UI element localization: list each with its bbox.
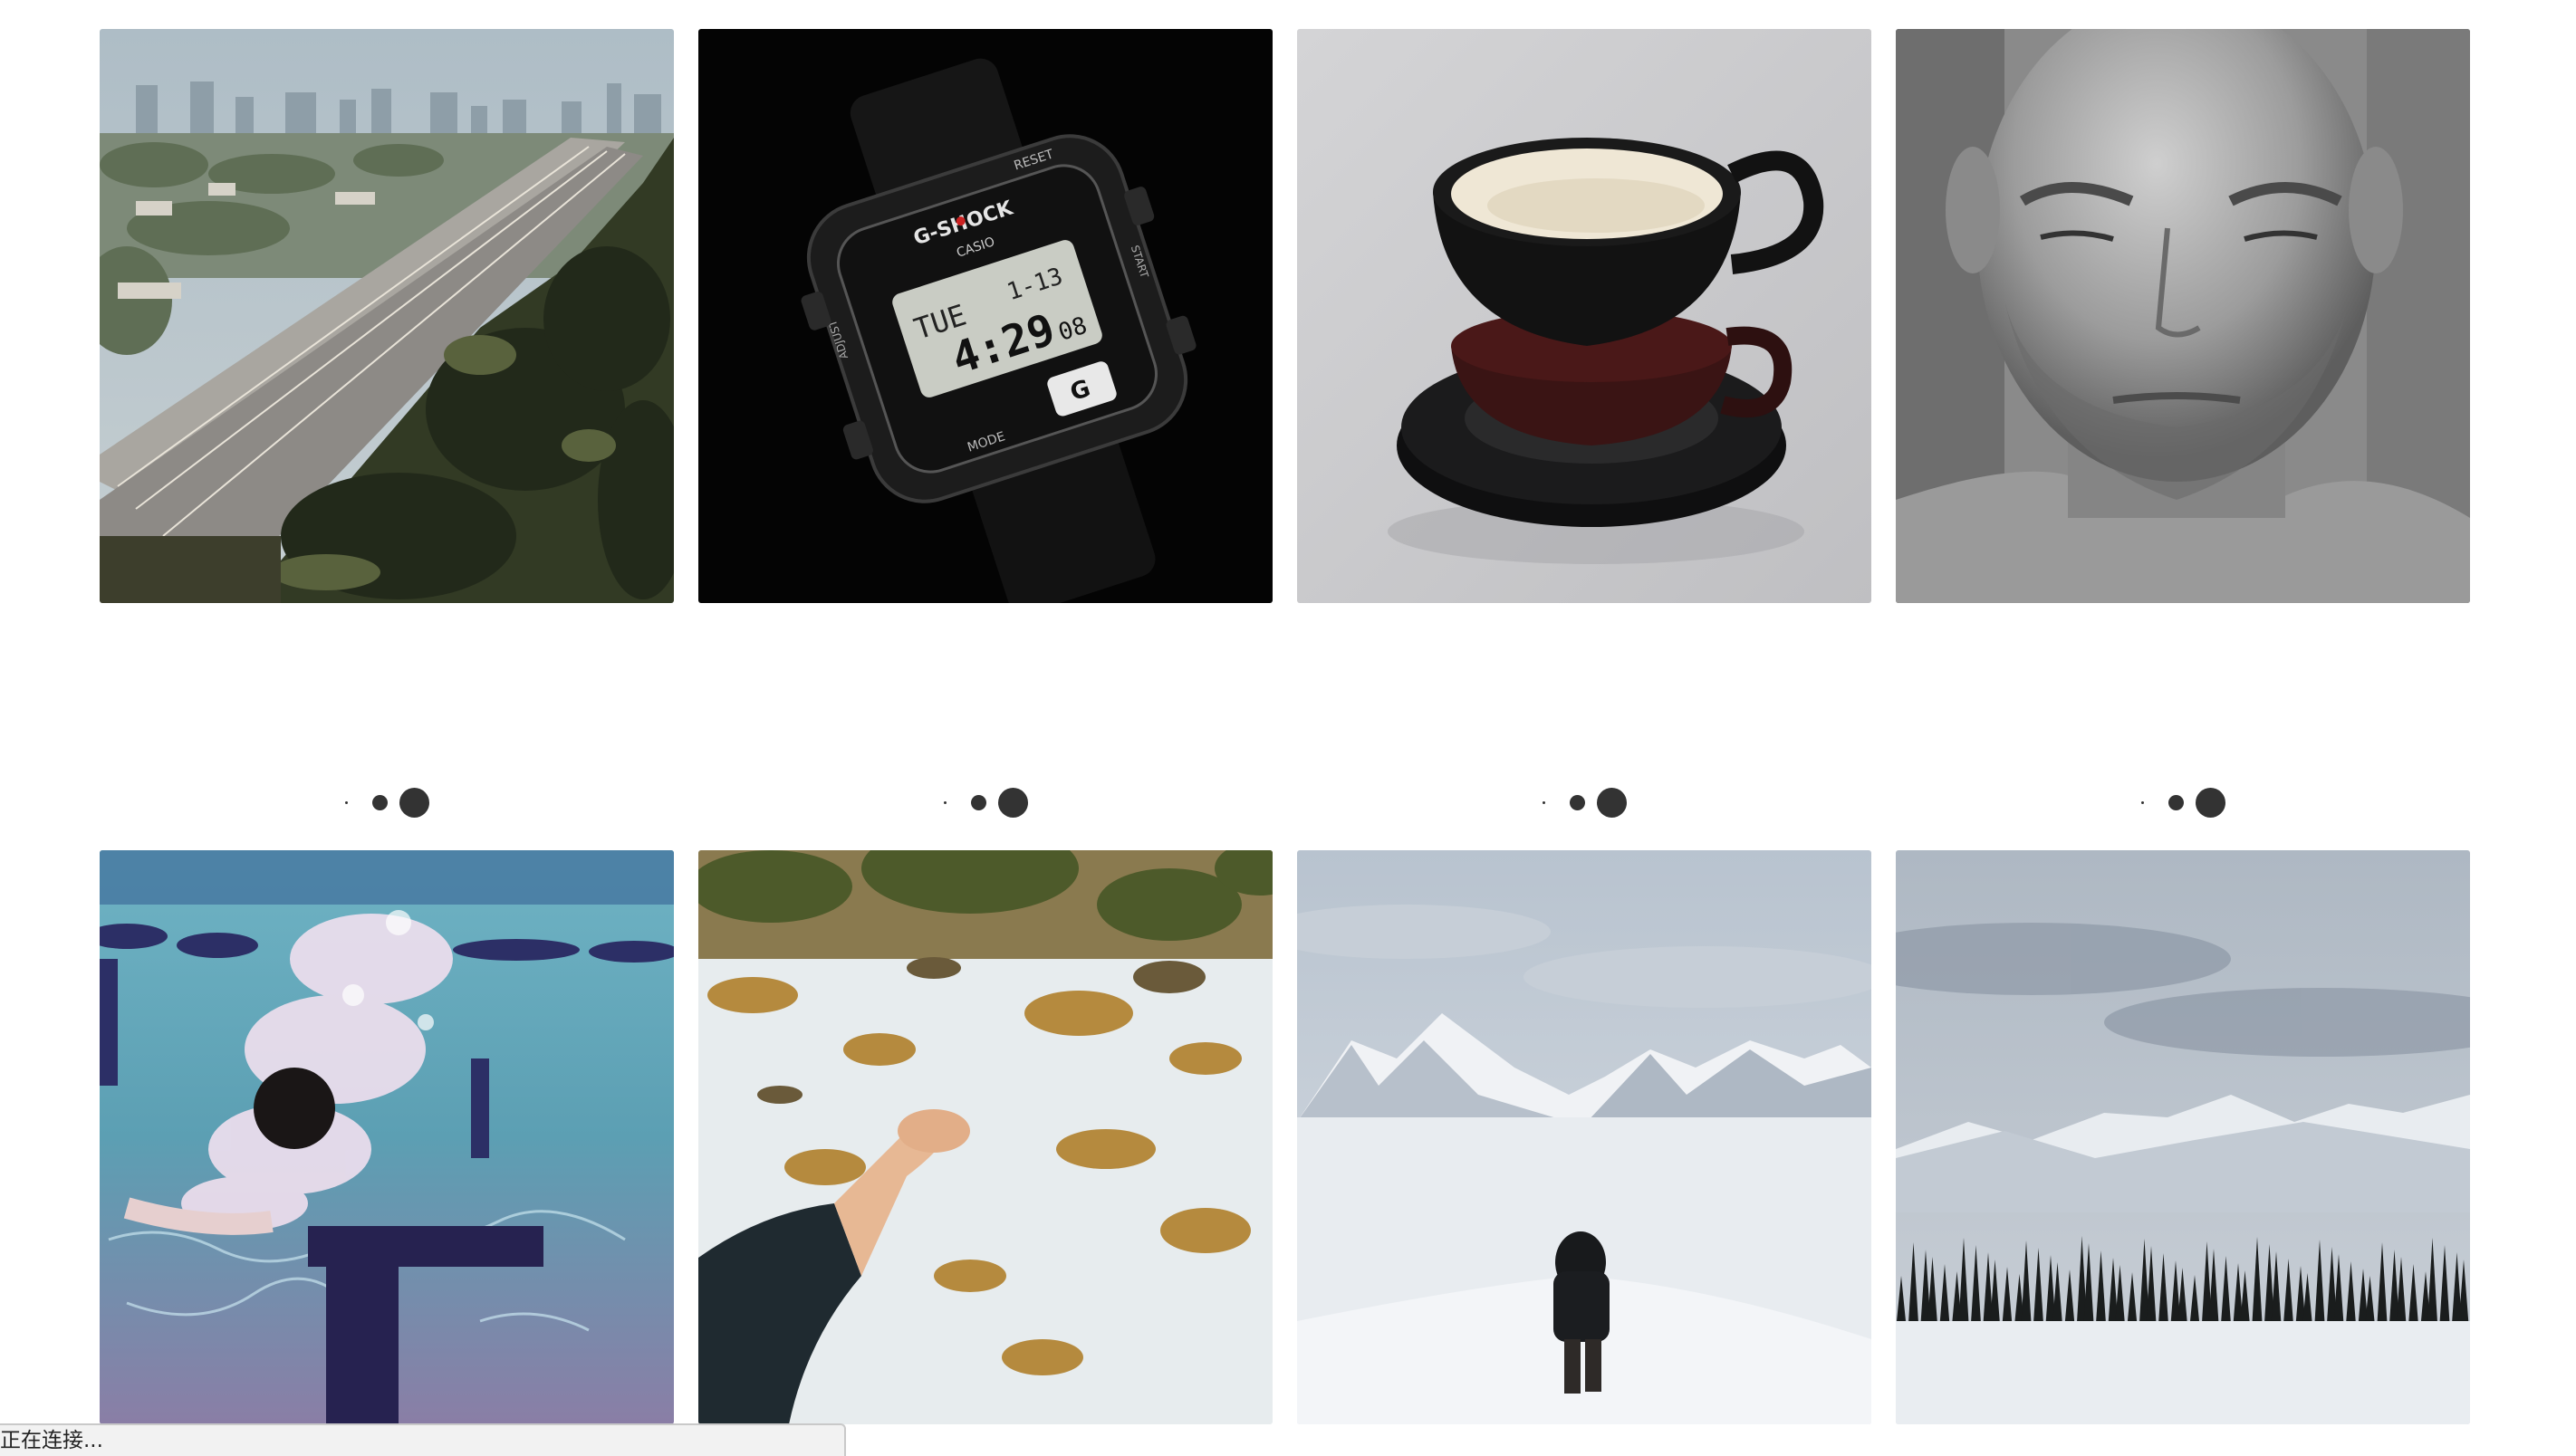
photo-hand-snow[interactable] bbox=[698, 850, 1273, 1424]
loading-dot bbox=[371, 794, 388, 810]
gallery-page: TUE 1-13 4:29 08 G-SHOCK CASIO RESET ADJ… bbox=[0, 0, 2576, 1456]
loading-dot bbox=[970, 794, 986, 810]
photo-gshock-watch[interactable]: TUE 1-13 4:29 08 G-SHOCK CASIO RESET ADJ… bbox=[698, 29, 1273, 603]
photo-row-1: TUE 1-13 4:29 08 G-SHOCK CASIO RESET ADJ… bbox=[100, 29, 2475, 603]
photo-city-freeway[interactable] bbox=[100, 29, 674, 603]
photo-row-2 bbox=[100, 850, 2475, 1424]
loading-indicator bbox=[1297, 786, 1871, 819]
photo-grid: TUE 1-13 4:29 08 G-SHOCK CASIO RESET ADJ… bbox=[100, 29, 2475, 1424]
man-portrait-image bbox=[1896, 29, 2470, 603]
loading-indicator bbox=[1896, 786, 2470, 819]
snowy-forest-image bbox=[1896, 850, 2470, 1424]
person-snowfield-image bbox=[1297, 850, 1871, 1424]
underwater-swimmer-image bbox=[100, 850, 674, 1424]
loading-indicator bbox=[100, 786, 674, 819]
loading-dot bbox=[1596, 787, 1627, 818]
loader-row bbox=[100, 786, 2475, 819]
coffee-cups-image bbox=[1297, 29, 1871, 603]
loading-dot bbox=[943, 800, 947, 804]
loading-dot bbox=[1569, 794, 1585, 810]
loading-dot bbox=[2140, 800, 2144, 804]
photo-coffee-cups[interactable] bbox=[1297, 29, 1871, 603]
photo-underwater-swimmer[interactable] bbox=[100, 850, 674, 1424]
browser-status-bar: 正在连接... bbox=[0, 1423, 846, 1456]
status-text: 正在连接... bbox=[0, 1429, 103, 1452]
photo-snowy-forest[interactable] bbox=[1896, 850, 2470, 1424]
loading-dot bbox=[1542, 800, 1545, 804]
photo-person-snowfield[interactable] bbox=[1297, 850, 1871, 1424]
loading-dot bbox=[2195, 787, 2225, 818]
gshock-watch-image: TUE 1-13 4:29 08 G-SHOCK CASIO RESET ADJ… bbox=[698, 29, 1273, 603]
loading-indicator bbox=[698, 786, 1273, 819]
loading-dot bbox=[997, 787, 1028, 818]
loading-dot bbox=[344, 800, 348, 804]
hand-snow-image bbox=[698, 850, 1273, 1424]
city-freeway-image bbox=[100, 29, 674, 603]
photo-man-portrait[interactable] bbox=[1896, 29, 2470, 603]
loading-dot bbox=[399, 787, 429, 818]
loading-dot bbox=[2167, 794, 2184, 810]
